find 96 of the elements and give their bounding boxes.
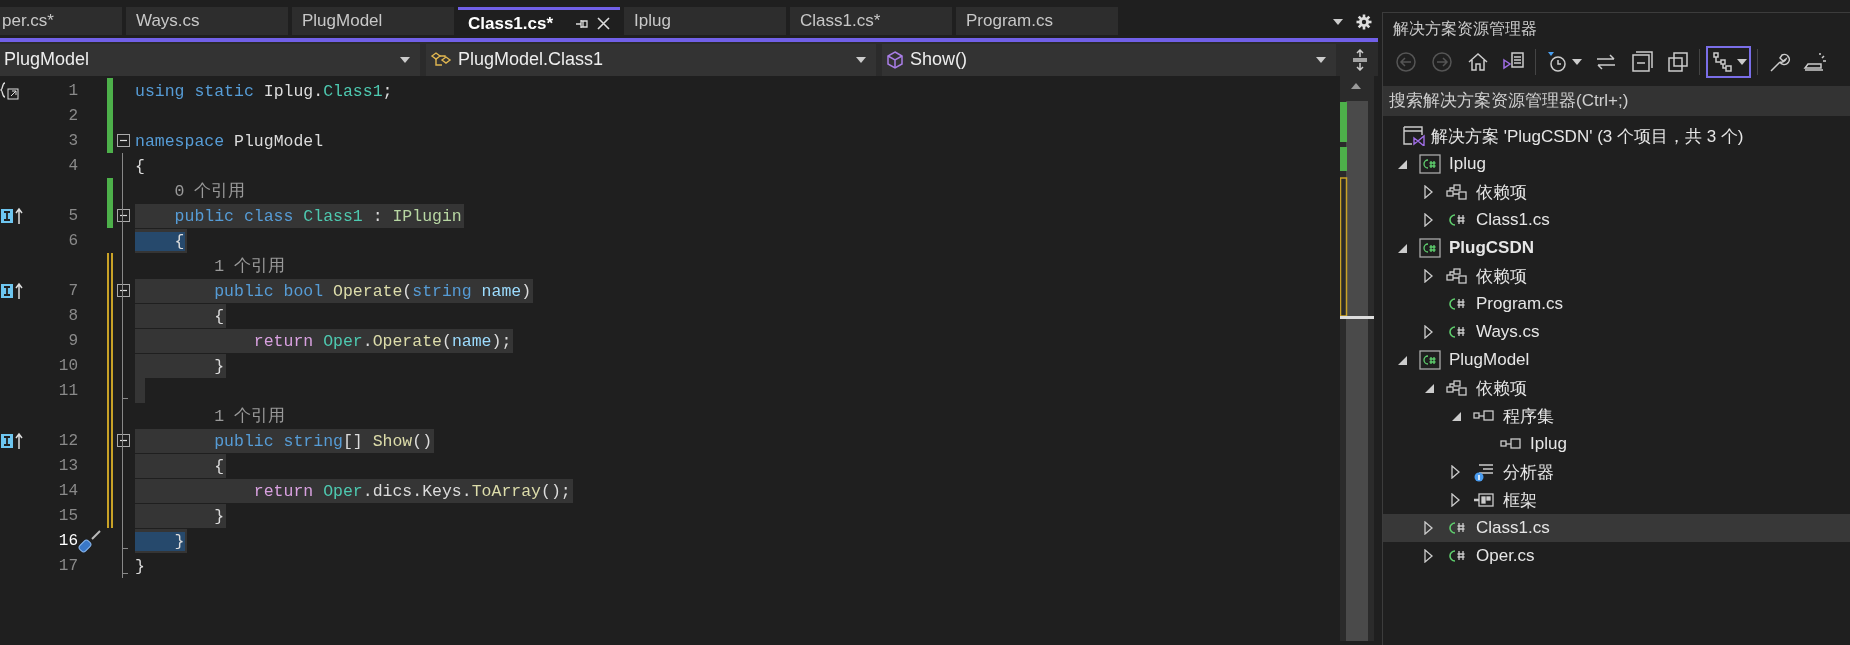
code-line: }: [135, 528, 187, 553]
settings-icon[interactable]: [1356, 13, 1372, 30]
expanded-arrow-icon[interactable]: [1397, 354, 1408, 366]
line-number: 10: [58, 356, 78, 375]
scrollbar[interactable]: [1340, 76, 1374, 641]
collapsed-arrow-icon[interactable]: [1451, 465, 1460, 479]
code-line: {: [135, 228, 187, 253]
csharp-project-icon: [1419, 238, 1441, 258]
dependencies-icon: [1446, 182, 1468, 202]
file-tab[interactable]: Ways.cs: [126, 6, 288, 35]
dropdown-icon[interactable]: [1332, 17, 1344, 26]
line-number: 16: [58, 531, 78, 550]
collapsed-arrow-icon[interactable]: [1424, 213, 1433, 227]
tree-item[interactable]: 依赖项: [1383, 178, 1850, 206]
expanded-arrow-icon[interactable]: [1451, 410, 1462, 422]
screwdriver-icon[interactable]: [78, 528, 102, 553]
tree-item[interactable]: 分析器: [1383, 458, 1850, 486]
implementation-icon[interactable]: [0, 431, 24, 450]
collapsed-arrow-icon[interactable]: [1451, 493, 1460, 507]
tree-item[interactable]: Ways.cs: [1383, 318, 1850, 346]
type-dropdown[interactable]: PlugModel.Class1: [426, 43, 876, 76]
dependencies-icon: [1446, 378, 1468, 398]
line-number: 9: [68, 331, 78, 350]
framework-icon: [1473, 490, 1495, 510]
reference-count[interactable]: 1 个引用: [135, 404, 286, 427]
line-number: 14: [58, 481, 78, 500]
line-number: 8: [68, 306, 78, 325]
project-dropdown[interactable]: PlugModel: [0, 43, 420, 76]
line-number: 17: [58, 556, 78, 575]
file-tab[interactable]: Program.cs: [956, 6, 1118, 35]
reference-count[interactable]: 0 个引用: [135, 179, 246, 202]
collapsed-arrow-icon[interactable]: [1424, 269, 1433, 283]
tree-item[interactable]: 程序集: [1383, 402, 1850, 430]
collapse-toggle[interactable]: [116, 134, 130, 147]
code-line: using static Iplug.Class1;: [135, 80, 394, 103]
tree-item[interactable]: Iplug: [1383, 150, 1850, 178]
member-dropdown[interactable]: Show(): [882, 43, 1336, 76]
collapsed-arrow-icon[interactable]: [1424, 549, 1433, 563]
cube-icon: [886, 50, 904, 69]
collapsed-arrow-icon[interactable]: [1424, 521, 1433, 535]
file-tab[interactable]: per.cs*: [0, 6, 122, 35]
solution-item[interactable]: 解决方案 'PlugCSDN' (3 个项目，共 3 个): [1383, 122, 1850, 150]
expanded-arrow-icon[interactable]: [1397, 158, 1408, 170]
line-number: 4: [68, 156, 78, 175]
tree-item[interactable]: 依赖项: [1383, 374, 1850, 402]
expanded-arrow-icon[interactable]: [1397, 242, 1408, 254]
class-icon: [430, 50, 452, 69]
panel-title: 解决方案资源管理器: [1392, 19, 1538, 39]
tree-view-icon[interactable]: [1706, 46, 1751, 78]
tree-item[interactable]: Program.cs: [1383, 290, 1850, 318]
close-icon[interactable]: [597, 17, 610, 31]
line-number: 15: [58, 506, 78, 525]
line-number: 5: [68, 206, 78, 225]
line-number: 12: [58, 431, 78, 450]
file-tab[interactable]: PlugModel: [292, 6, 454, 35]
solution-icon: [1403, 126, 1425, 146]
collapse-toggle[interactable]: [116, 434, 130, 447]
expanded-arrow-icon[interactable]: [1424, 382, 1435, 394]
pin-icon[interactable]: [575, 17, 589, 30]
tree-item[interactable]: PlugCSDN: [1383, 234, 1850, 262]
line-number: 3: [68, 131, 78, 150]
tree-item[interactable]: 依赖项: [1383, 262, 1850, 290]
tree-item[interactable]: 框架: [1383, 486, 1850, 514]
caret-icon: [400, 56, 410, 63]
code-line: }: [135, 555, 146, 578]
implementation-icon[interactable]: [0, 281, 24, 300]
file-tab[interactable]: Class1.cs*: [790, 6, 952, 35]
line-number: 6: [68, 231, 78, 250]
code-line: {: [135, 155, 146, 178]
search-field[interactable]: 搜索解决方案资源管理器(Ctrl+;): [1383, 86, 1850, 116]
code-line: namespace PlugModel: [135, 130, 325, 153]
split-window-icon[interactable]: [1352, 48, 1368, 71]
implementation-icon[interactable]: [0, 206, 24, 225]
analyzer-icon: [1473, 462, 1495, 482]
line-number: 11: [58, 381, 78, 400]
dependencies-icon: [1446, 266, 1468, 286]
reference-count[interactable]: 1 个引用: [135, 254, 286, 277]
collapse-toggle[interactable]: [116, 284, 130, 297]
line-number: 7: [68, 281, 78, 300]
tree-item[interactable]: PlugModel: [1383, 346, 1850, 374]
file-tab[interactable]: Iplug: [624, 6, 786, 35]
namespace-icon[interactable]: [0, 80, 22, 101]
csharp-project-icon: [1419, 154, 1441, 174]
collapsed-arrow-icon[interactable]: [1424, 185, 1433, 199]
tree-item[interactable]: Iplug: [1383, 430, 1850, 458]
tree-item[interactable]: Class1.cs: [1383, 514, 1850, 542]
tree-item[interactable]: Oper.cs: [1383, 542, 1850, 570]
line-number: 2: [68, 106, 78, 125]
line-number: 13: [58, 456, 78, 475]
tree-item[interactable]: Class1.cs: [1383, 206, 1850, 234]
collapsed-arrow-icon[interactable]: [1424, 325, 1433, 339]
caret-icon: [1316, 56, 1326, 63]
csharp-project-icon: [1419, 350, 1441, 370]
caret-icon: [856, 56, 866, 63]
collapse-toggle[interactable]: [116, 209, 130, 222]
line-number: 1: [68, 81, 78, 100]
